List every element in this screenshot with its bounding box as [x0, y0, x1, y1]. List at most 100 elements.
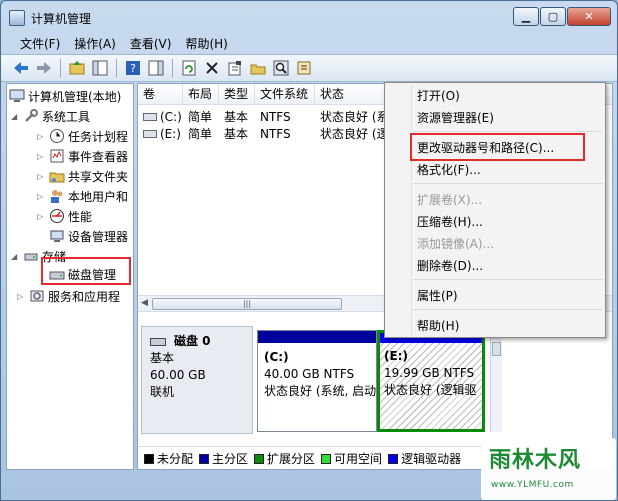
menu-file[interactable]: 文件(F) [13, 32, 67, 53]
console-tree: 计算机管理(本地) ◢ 系统工具 ▷ 任务计划程 ▷ 事件查看器 ▷ 共享文件夹… [6, 83, 134, 470]
vertical-scrollbar-thumb[interactable] [492, 342, 501, 356]
watermark-logo: 雨林木风 www.YLMFU.com [481, 438, 616, 500]
filesystem-cell: NTFS [260, 126, 291, 141]
tree-item-services-apps[interactable]: ▷ 服务和应用程 [17, 286, 120, 306]
partition-label: (C:) [264, 350, 289, 364]
action-pane-icon[interactable] [146, 58, 166, 78]
disk-info-panel[interactable]: 磁盘 0 基本 60.00 GB 联机 [141, 326, 253, 434]
menu-item-extend-volume[interactable]: 扩展卷(X)... [417, 190, 482, 210]
menu-action[interactable]: 操作(A) [67, 32, 123, 53]
menu-separator [413, 279, 602, 280]
expand-arrow-icon[interactable]: ▷ [37, 152, 47, 161]
column-header-filesystem[interactable]: 文件系统 [255, 84, 315, 105]
services-icon [29, 288, 45, 304]
tree-label-root: 计算机管理(本地) [28, 89, 122, 104]
vertical-scrollbar[interactable] [490, 330, 502, 432]
performance-icon [49, 208, 65, 224]
tree-label-shared-folders: 共享文件夹 [68, 169, 129, 184]
collapse-arrow-icon[interactable]: ◢ [11, 252, 21, 261]
menu-item-format[interactable]: 格式化(F)... [417, 160, 481, 180]
toolbar-divider [60, 59, 61, 77]
column-header-volume[interactable]: 卷 [138, 84, 183, 105]
tree-item-event-viewer[interactable]: ▷ 事件查看器 [37, 146, 128, 166]
disk-properties-icon[interactable] [294, 58, 314, 78]
disk-name: 磁盘 0 [174, 334, 211, 348]
legend-label: 主分区 [212, 452, 249, 466]
expand-arrow-icon[interactable]: ▷ [37, 192, 47, 201]
volume-name: (C:) [160, 109, 182, 124]
tree-item-system-tools[interactable]: ◢ 系统工具 [11, 106, 90, 126]
properties-icon[interactable] [225, 58, 245, 78]
refresh-icon[interactable] [179, 58, 199, 78]
column-header-type[interactable]: 类型 [219, 84, 255, 105]
legend-swatch [199, 454, 210, 464]
menu-bar: 文件(F) 操作(A) 查看(V) 帮助(H) [1, 32, 617, 53]
title-bar[interactable]: 计算机管理 ▁ ▢ ✕ [1, 1, 617, 35]
menu-item-change-drive-letter[interactable]: 更改驱动器号和路径(C)... [417, 138, 554, 158]
scroll-left-icon[interactable]: ◀ [141, 298, 148, 308]
scrollbar-thumb[interactable]: ||| [152, 298, 342, 310]
delete-x-icon[interactable] [202, 58, 222, 78]
menu-item-add-mirror[interactable]: 添加镜像(A)... [417, 234, 494, 254]
partition-size: 40.00 GB NTFS [264, 367, 355, 381]
search-icon[interactable] [271, 58, 291, 78]
back-arrow-icon[interactable] [11, 58, 31, 78]
legend-swatch [144, 454, 154, 464]
layout-cell: 简单 [188, 110, 213, 124]
volume-cell: (E:) [138, 127, 183, 141]
column-header-layout[interactable]: 布局 [183, 84, 219, 105]
expand-arrow-icon[interactable]: ▷ [37, 132, 47, 141]
tree-label-services-apps: 服务和应用程 [48, 289, 121, 304]
shared-folder-icon [49, 168, 65, 184]
expand-arrow-icon[interactable]: ▷ [17, 292, 27, 301]
partition-status: 状态良好 (逻辑驱 [384, 383, 477, 397]
up-folder-icon[interactable] [67, 58, 87, 78]
volume-cell: (C:) [138, 110, 183, 124]
menu-item-properties[interactable]: 属性(P) [417, 286, 458, 306]
partition-body: (E:) 19.99 GB NTFS 状态良好 (逻辑驱 [380, 343, 482, 404]
legend-item: 逻辑驱动器 [388, 450, 461, 467]
tree-item-performance[interactable]: ▷ 性能 [37, 206, 92, 226]
menu-item-open[interactable]: 打开(O) [417, 86, 460, 106]
context-menu: 打开(O) 资源管理器(E) 更改驱动器号和路径(C)... 格式化(F)...… [384, 82, 606, 338]
open-folder-icon[interactable] [248, 58, 268, 78]
disk-graphical-view: 磁盘 0 基本 60.00 GB 联机 (C:) 40.00 GB NTFS 状… [138, 322, 612, 442]
tree-item-task-scheduler[interactable]: ▷ 任务计划程 [37, 126, 128, 146]
toolbar-divider [172, 59, 173, 77]
tree-item-disk-management[interactable]: 磁盘管理 [49, 264, 116, 284]
help-icon[interactable]: ? [123, 58, 143, 78]
forward-arrow-icon[interactable] [34, 58, 54, 78]
menu-help[interactable]: 帮助(H) [178, 32, 234, 53]
tree-label-system-tools: 系统工具 [42, 109, 91, 124]
menu-item-explorer[interactable]: 资源管理器(E) [417, 108, 494, 128]
tree-item-shared-folders[interactable]: ▷ 共享文件夹 [37, 166, 128, 186]
menu-item-help[interactable]: 帮助(H) [417, 316, 459, 336]
minimize-button[interactable]: ▁ [513, 7, 539, 26]
menu-view[interactable]: 查看(V) [123, 32, 179, 53]
filesystem-cell: NTFS [260, 109, 291, 124]
tree-item-device-manager[interactable]: 设备管理器 [49, 226, 128, 246]
device-manager-icon [49, 228, 65, 244]
close-button[interactable]: ✕ [567, 7, 611, 26]
tree-label-event-viewer: 事件查看器 [68, 149, 129, 164]
expand-arrow-icon[interactable]: ▷ [37, 212, 47, 221]
collapse-arrow-icon[interactable]: ◢ [11, 112, 21, 121]
legend-item: 可用空间 [321, 450, 382, 467]
menu-separator [413, 131, 602, 132]
partition-e[interactable]: (E:) 19.99 GB NTFS 状态良好 (逻辑驱 [377, 330, 485, 432]
partition-c[interactable]: (C:) 40.00 GB NTFS 状态良好 (系统, 启动 [257, 330, 377, 432]
legend-label: 逻辑驱动器 [401, 452, 462, 466]
volume-icon [143, 112, 157, 121]
tree-item-storage[interactable]: ◢ 存储 [11, 246, 66, 266]
tree-item-root[interactable]: 计算机管理(本地) [9, 86, 121, 106]
tree-label-performance: 性能 [68, 209, 93, 224]
maximize-button[interactable]: ▢ [540, 7, 566, 26]
legend-item: 扩展分区 [254, 450, 315, 467]
expand-arrow-icon[interactable]: ▷ [37, 172, 47, 181]
show-hide-tree-icon[interactable] [90, 58, 110, 78]
tree-item-local-users[interactable]: ▷ 本地用户和 [37, 186, 128, 206]
menu-separator [413, 183, 602, 184]
menu-item-shrink-volume[interactable]: 压缩卷(H)... [417, 212, 483, 232]
users-icon [49, 188, 65, 204]
menu-item-delete-volume[interactable]: 删除卷(D)... [417, 256, 483, 276]
